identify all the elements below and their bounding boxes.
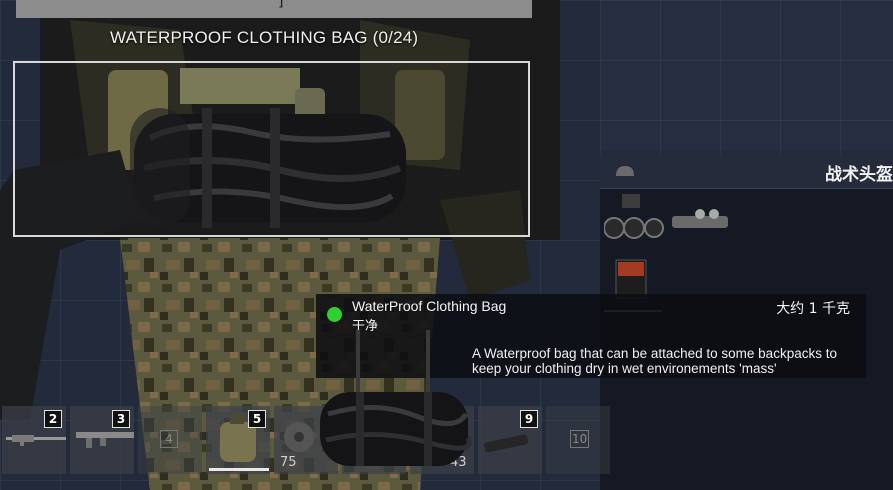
quick-slot-number: 5 [248, 410, 266, 428]
tooltip-item-name: WaterProof Clothing Bag [352, 298, 507, 314]
tooltip-item-description: A Waterproof bag that can be attached to… [472, 346, 837, 376]
drum-magazine-icon [284, 422, 314, 452]
quick-slot-3[interactable]: 3 [70, 406, 134, 474]
quick-slot-number: 4 [160, 430, 178, 448]
bracket-glyph: ] [278, 0, 284, 10]
flashlight-icon [484, 434, 529, 453]
quick-slot-10[interactable]: 10 [546, 406, 610, 474]
top-header-bar: ] [16, 0, 532, 18]
ammo-count: 75 [280, 455, 297, 470]
quick-slot-number: 9 [520, 410, 538, 428]
quick-slot-number: 2 [44, 410, 62, 428]
tooltip-item-preview-icon [320, 330, 472, 466]
quick-slot-4[interactable]: 4 [138, 406, 202, 474]
tooltip-item-weight: 大约 1 千克 [776, 301, 850, 317]
quick-slot-9[interactable]: 9 [478, 406, 542, 474]
night-vision-goggles-icon[interactable] [604, 192, 664, 242]
rifle-icon [6, 435, 66, 446]
side-panel-title: 战术头盔 [825, 165, 893, 185]
quick-slot-number: 3 [112, 410, 130, 428]
bag-container-title: WATERPROOF CLOTHING BAG (0/24) [110, 28, 419, 47]
active-slot-indicator [209, 468, 269, 471]
quick-slot-5[interactable]: 5 [206, 406, 270, 474]
helmet-icon [616, 166, 634, 176]
quick-slot-number: 10 [570, 430, 590, 448]
quick-slot-bar: 2 3 4 5 75 43 9 10 [2, 406, 614, 474]
quick-slot-2[interactable]: 2 [2, 406, 66, 474]
side-panel-header: 战术头盔 [600, 154, 893, 189]
weapon-light-icon[interactable] [670, 208, 732, 234]
smg-icon [76, 432, 134, 448]
waterproof-bag-icon[interactable] [130, 108, 410, 228]
condition-indicator-dot [327, 307, 342, 322]
